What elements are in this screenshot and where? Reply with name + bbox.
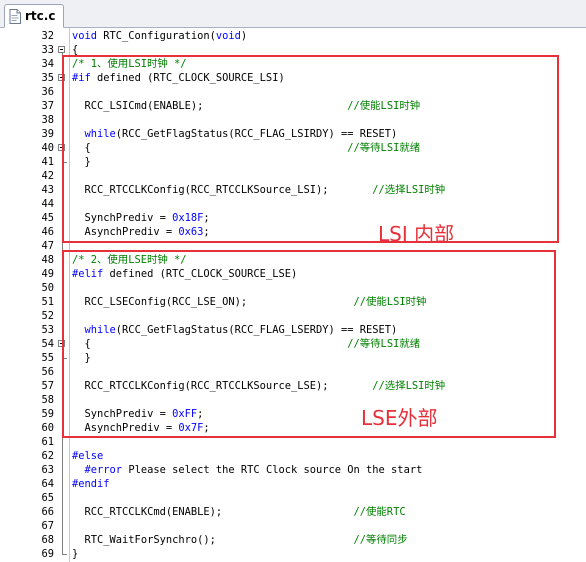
line-number: 68	[41, 534, 54, 546]
code-line[interactable]: 66 RCC_RTCCLKCmd(ENABLE); //使能RTC	[0, 505, 586, 519]
line-number: 63	[41, 464, 54, 476]
fold-toggle-icon[interactable]	[58, 46, 65, 53]
line-number: 33	[41, 44, 54, 56]
line-number: 45	[41, 212, 54, 224]
code-text: #endif	[72, 477, 110, 491]
code-token: //使能RTC	[353, 506, 406, 518]
code-line[interactable]: 32 void RTC_Configuration(void)	[0, 29, 586, 43]
code-editor[interactable]: 32 void RTC_Configuration(void) 33{34/* 1、…	[0, 28, 586, 562]
code-token: RCC_RTCCLKCmd(ENABLE);	[72, 506, 354, 518]
code-token: //等待同步	[353, 534, 408, 546]
line-number: 52	[41, 310, 54, 322]
code-line[interactable]: 63 #error Please select the RTC Clock so…	[0, 463, 586, 477]
lse-highlight-box	[62, 250, 556, 438]
tab-bar: rtc.c	[0, 0, 586, 28]
line-number: 49	[41, 268, 54, 280]
lsi-annotation: LSI 内部	[378, 222, 455, 246]
code-text: #else	[72, 449, 103, 463]
code-token: void	[215, 30, 241, 42]
line-number: 46	[41, 226, 54, 238]
line-number: 56	[41, 366, 54, 378]
tab-label: rtc.c	[25, 9, 56, 23]
tab-rtc-c[interactable]: rtc.c	[4, 4, 65, 28]
line-number: 40	[41, 142, 54, 154]
line-number: 66	[41, 506, 54, 518]
code-token: )	[240, 30, 248, 42]
code-text: RTC_WaitForSynchro(); //等待同步	[72, 533, 408, 547]
code-token: #error	[72, 464, 129, 476]
line-number: 51	[41, 296, 54, 308]
lse-annotation: LSE外部	[361, 406, 438, 430]
line-number: 38	[41, 114, 54, 126]
code-token: }	[72, 548, 79, 560]
line-number: 57	[41, 380, 54, 392]
line-number: 36	[41, 86, 54, 98]
code-token: Please select the RTC Clock source On th…	[128, 464, 423, 476]
code-token: #else	[72, 450, 104, 462]
line-number: 32	[41, 30, 54, 42]
line-number: 65	[41, 492, 54, 504]
code-line[interactable]: 64 #endif	[0, 477, 586, 491]
line-number: 39	[41, 128, 54, 140]
lsi-highlight-box	[62, 55, 559, 243]
code-text: }	[72, 547, 78, 561]
line-number: 42	[41, 170, 54, 182]
code-token: void	[72, 30, 104, 42]
line-number: 55	[41, 352, 54, 364]
code-token: RTC_Configuration(	[103, 30, 216, 42]
code-text: RCC_RTCCLKCmd(ENABLE); //使能RTC	[72, 505, 406, 519]
fold-guide-end	[62, 554, 67, 555]
line-number: 58	[41, 394, 54, 406]
line-number: 44	[41, 198, 54, 210]
line-number: 43	[41, 184, 54, 196]
code-line[interactable]: 65	[0, 491, 586, 505]
line-number: 59	[41, 408, 54, 420]
code-line[interactable]: 67	[0, 519, 586, 533]
line-number: 50	[41, 282, 54, 294]
code-token: RTC_WaitForSynchro();	[72, 534, 354, 546]
line-number: 61	[41, 436, 54, 448]
line-number: 53	[41, 324, 54, 336]
line-number: 67	[41, 520, 54, 532]
code-line[interactable]: 68 RTC_WaitForSynchro(); //等待同步	[0, 533, 586, 547]
code-text: void RTC_Configuration(void)	[72, 29, 247, 43]
line-number: 34	[41, 58, 54, 70]
code-text: #error Please select the RTC Clock sourc…	[72, 463, 423, 477]
line-number: 37	[41, 100, 54, 112]
editor-window: rtc.c 32 void RTC_Configuration(void) 33{3…	[0, 0, 586, 562]
code-token: #endif	[72, 478, 110, 490]
line-number: 64	[41, 478, 54, 490]
line-number: 35	[41, 72, 54, 84]
line-number: 48	[41, 254, 54, 266]
code-line[interactable]: 69}	[0, 547, 586, 561]
line-number: 54	[41, 338, 54, 350]
code-line[interactable]: 62 #else	[0, 449, 586, 463]
line-number: 47	[41, 240, 54, 252]
c-file-icon	[9, 8, 21, 24]
line-number: 41	[41, 156, 54, 168]
line-number: 62	[41, 450, 54, 462]
line-number: 60	[41, 422, 54, 434]
line-number: 69	[41, 548, 54, 560]
